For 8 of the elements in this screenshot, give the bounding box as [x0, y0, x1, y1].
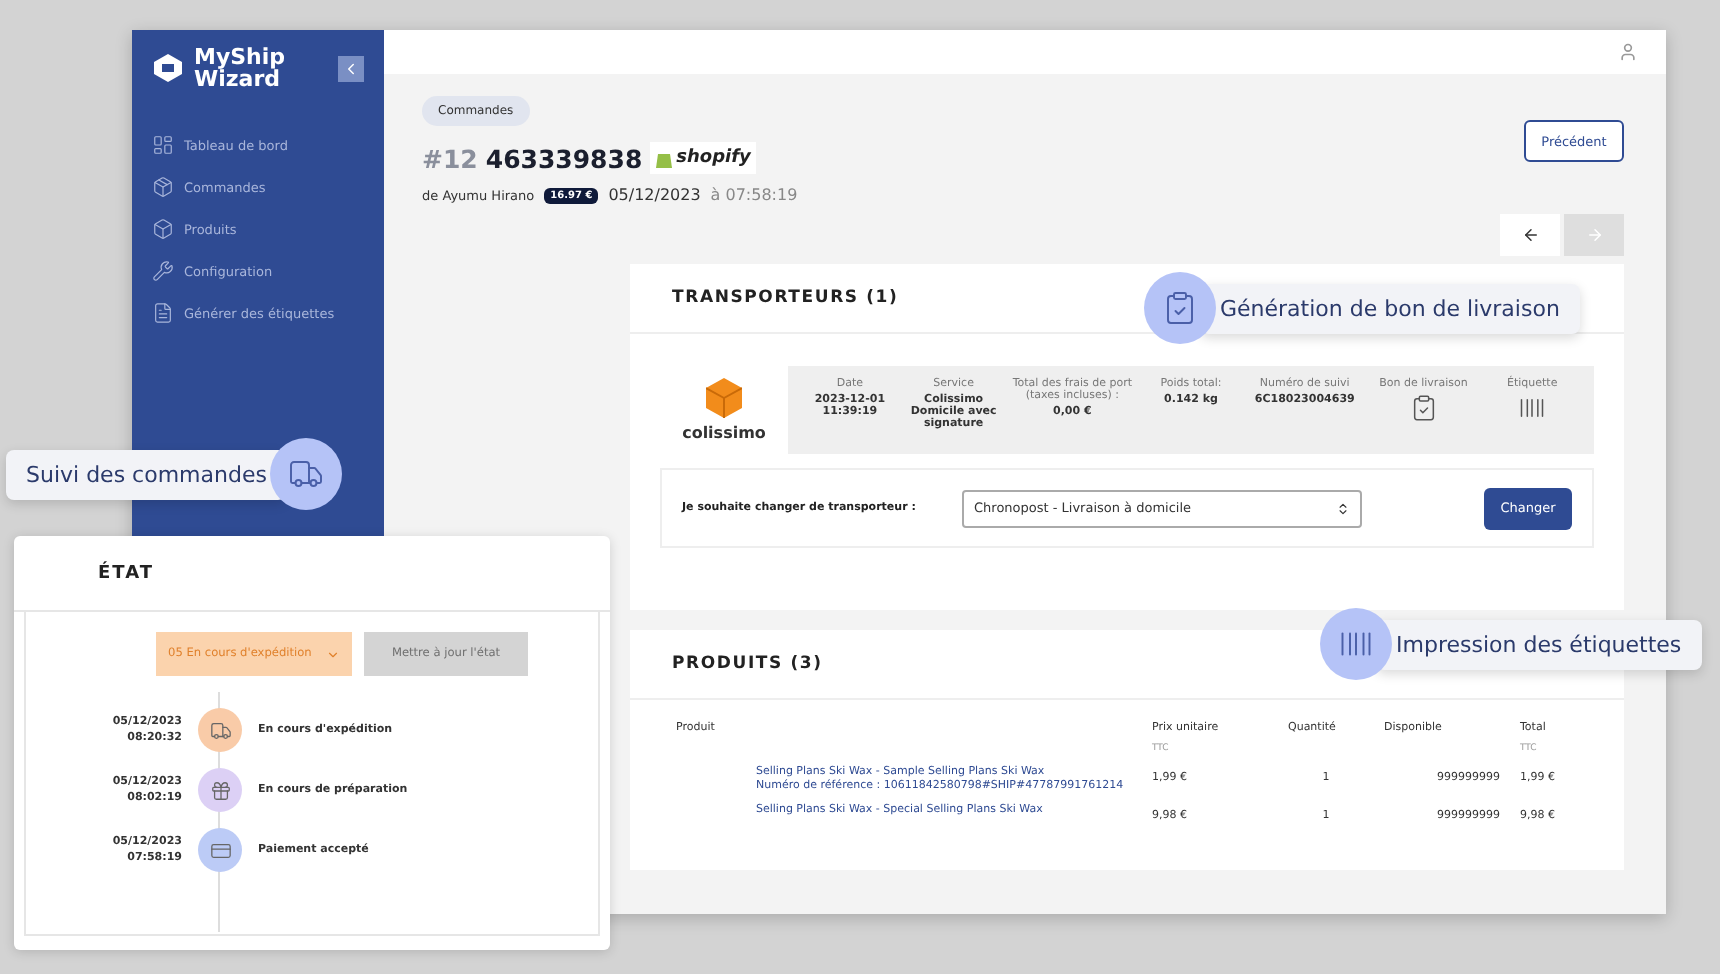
logo-text: MyShip Wizard [194, 46, 286, 90]
order-date: 05/12/2023 [608, 186, 701, 204]
platform-logo: shopify [650, 142, 757, 174]
order-number: 463339838 [485, 143, 643, 173]
order-prefix: #12 [422, 143, 478, 173]
carrier-name: colissimo [682, 424, 766, 442]
card-title: ÉTAT [14, 536, 610, 612]
order-time: à 07:58:19 [710, 186, 798, 204]
